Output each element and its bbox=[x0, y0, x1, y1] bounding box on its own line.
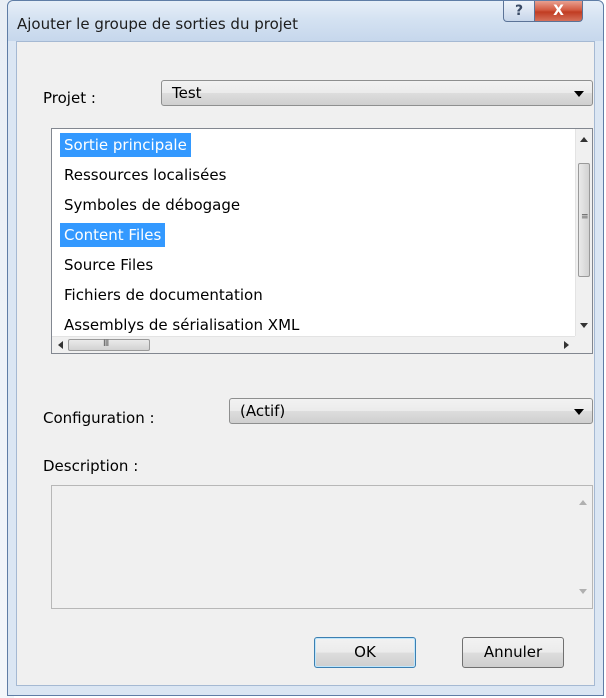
list-items: Sortie principale Ressources localisées Sy… bbox=[52, 129, 575, 336]
list-item[interactable]: Content Files bbox=[60, 223, 166, 247]
description-label: Description : bbox=[43, 457, 139, 475]
close-button[interactable]: X bbox=[534, 1, 583, 22]
list-item[interactable]: Symboles de débogage bbox=[60, 193, 244, 217]
description-box bbox=[51, 485, 593, 609]
list-item[interactable]: Fichiers de documentation bbox=[60, 283, 267, 307]
scrollbar-corner bbox=[575, 336, 592, 353]
scroll-down-icon[interactable] bbox=[580, 323, 588, 328]
list-item[interactable]: Ressources localisées bbox=[60, 163, 230, 187]
vertical-scroll-thumb[interactable]: ≡ bbox=[578, 163, 590, 277]
project-combobox[interactable]: Test bbox=[161, 80, 593, 106]
scroll-left-icon[interactable] bbox=[58, 341, 63, 349]
list-item[interactable]: Source Files bbox=[60, 253, 157, 277]
output-group-list[interactable]: Sortie principale Ressources localisées Sy… bbox=[51, 128, 593, 354]
dialog-content: Projet : Test Sortie principale Ressource… bbox=[16, 41, 595, 686]
horizontal-scrollbar[interactable]: Ⅲ bbox=[52, 336, 575, 353]
help-icon: ? bbox=[514, 3, 524, 19]
configuration-combobox[interactable]: (Actif) bbox=[229, 398, 593, 424]
close-icon: X bbox=[553, 3, 564, 19]
scroll-right-icon[interactable] bbox=[564, 341, 569, 349]
horizontal-scroll-thumb[interactable]: Ⅲ bbox=[68, 339, 150, 351]
scroll-up-icon bbox=[579, 500, 587, 505]
title-bar: Ajouter le groupe de sorties du projet ?… bbox=[8, 1, 603, 41]
chevron-down-icon bbox=[574, 91, 584, 97]
vertical-scrollbar[interactable]: ≡ bbox=[575, 129, 592, 336]
dialog-window: Ajouter le groupe de sorties du projet ?… bbox=[7, 0, 604, 696]
configuration-label: Configuration : bbox=[43, 409, 155, 427]
grip-icon: ≡ bbox=[581, 212, 589, 222]
scroll-up-icon[interactable] bbox=[580, 137, 588, 142]
cancel-button[interactable]: Annuler bbox=[462, 637, 564, 668]
grip-icon: Ⅲ bbox=[103, 339, 110, 349]
configuration-value: (Actif) bbox=[240, 402, 286, 420]
scroll-down-icon bbox=[579, 589, 587, 594]
dialog-title: Ajouter le groupe de sorties du projet bbox=[17, 15, 299, 33]
list-item[interactable]: Sortie principale bbox=[60, 133, 191, 157]
project-value: Test bbox=[172, 84, 202, 102]
help-button[interactable]: ? bbox=[503, 1, 535, 22]
ok-button[interactable]: OK bbox=[314, 637, 416, 668]
project-label: Projet : bbox=[43, 89, 96, 107]
chevron-down-icon bbox=[574, 409, 584, 415]
list-item[interactable]: Assemblys de sérialisation XML bbox=[60, 313, 303, 336]
